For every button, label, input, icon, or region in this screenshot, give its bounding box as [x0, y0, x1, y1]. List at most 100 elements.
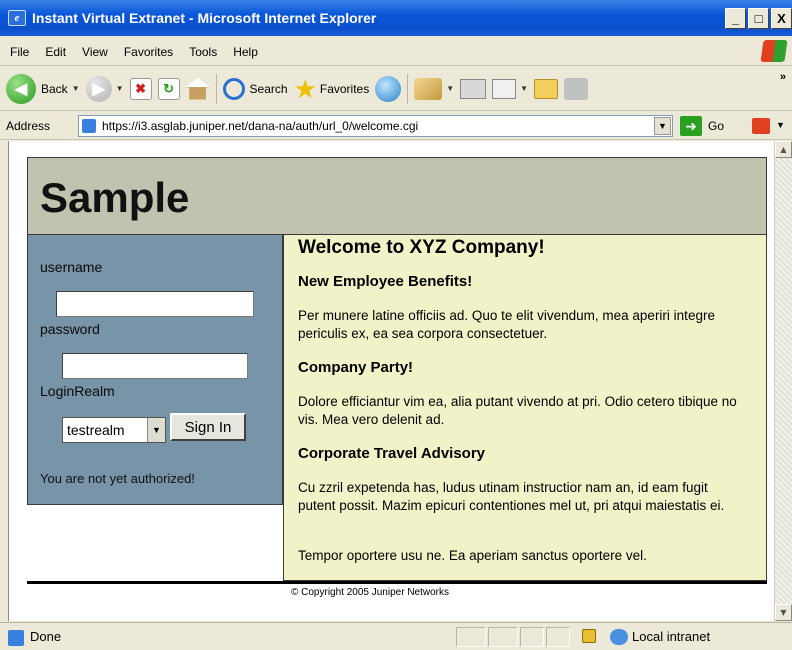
- windows-logo-icon: [760, 40, 788, 62]
- zone-text: Local intranet: [632, 629, 711, 644]
- status-pane: [488, 627, 518, 647]
- address-dropdown-icon[interactable]: ▼: [654, 117, 671, 135]
- back-arrow-icon: ◀: [6, 73, 36, 104]
- media-button[interactable]: [375, 75, 402, 102]
- folder-button[interactable]: [534, 78, 559, 99]
- vertical-scrollbar[interactable]: ▲ ▼: [774, 141, 792, 621]
- go-label: Go: [708, 119, 725, 133]
- back-button[interactable]: ◀ Back ▼: [6, 73, 80, 104]
- printer-icon: [460, 78, 487, 99]
- toolbar-overflow-icon[interactable]: »: [780, 71, 786, 83]
- mail-dropdown-icon[interactable]: ▼: [446, 84, 454, 93]
- standard-toolbar: ◀ Back ▼ ▶ ▼ ✖ ↻ Search ★ Favorites ▼ ▼ …: [0, 67, 792, 111]
- password-label: password: [40, 321, 100, 337]
- menu-favorites[interactable]: Favorites: [124, 45, 173, 59]
- login-panel: username password LoginRealm testrealm ▼…: [27, 235, 283, 505]
- section-heading: New Employee Benefits!: [298, 273, 473, 290]
- toolbar-separator: [407, 73, 409, 104]
- maximize-button[interactable]: □: [748, 8, 769, 29]
- address-input[interactable]: https://i3.asglab.juniper.net/dana-na/au…: [78, 115, 673, 137]
- messenger-icon: [564, 77, 589, 100]
- edit-page-icon: [492, 78, 517, 99]
- search-icon: [222, 77, 245, 100]
- search-button[interactable]: Search: [222, 77, 288, 100]
- scroll-down-icon[interactable]: ▼: [775, 604, 792, 621]
- password-field[interactable]: [62, 353, 248, 379]
- username-label: username: [40, 259, 103, 275]
- auth-status: You are not yet authorized!: [40, 471, 195, 486]
- status-pane: [456, 627, 486, 647]
- menu-edit[interactable]: Edit: [45, 45, 66, 59]
- stop-icon: ✖: [129, 77, 152, 100]
- browser-window: e Instant Virtual Extranet - Microsoft I…: [0, 0, 792, 650]
- menu-view[interactable]: View: [82, 45, 108, 59]
- page-header: Sample: [27, 157, 767, 235]
- status-bar: Done Local intranet: [0, 622, 792, 650]
- page-done-icon: [8, 630, 24, 646]
- section-text: Dolore efficiantur vim ea, alia putant v…: [298, 394, 737, 427]
- menu-tools[interactable]: Tools: [189, 45, 217, 59]
- page-viewport: Sample username password LoginRealm test…: [8, 141, 774, 621]
- address-url[interactable]: https://i3.asglab.juniper.net/dana-na/au…: [102, 119, 418, 133]
- username-field[interactable]: [56, 291, 254, 317]
- close-button[interactable]: X: [771, 8, 792, 29]
- star-icon: ★: [293, 73, 317, 104]
- sign-in-button[interactable]: Sign In: [170, 413, 246, 441]
- section-text: Per munere latine officiis ad. Quo te el…: [298, 308, 715, 341]
- address-bar: Address https://i3.asglab.juniper.net/da…: [0, 112, 792, 140]
- go-arrow-icon: ➜: [680, 116, 702, 136]
- edit-dropdown-icon[interactable]: ▼: [520, 84, 528, 93]
- menu-file[interactable]: File: [10, 45, 29, 59]
- realm-label: LoginRealm: [40, 383, 115, 399]
- address-label: Address: [6, 118, 51, 133]
- mail-icon: [414, 77, 443, 100]
- toolbar-separator: [215, 73, 217, 104]
- content-panel: Welcome to XYZ Company! New Employee Ben…: [283, 235, 767, 581]
- back-dropdown-icon[interactable]: ▼: [72, 84, 80, 93]
- forward-dropdown-icon[interactable]: ▼: [116, 84, 124, 93]
- title-bar: e Instant Virtual Extranet - Microsoft I…: [0, 0, 792, 36]
- back-label: Back: [41, 81, 68, 96]
- forward-arrow-icon: ▶: [85, 75, 112, 102]
- section-heading: Company Party!: [298, 359, 414, 376]
- status-text: Done: [30, 629, 62, 644]
- copyright: © Copyright 2005 Juniper Networks: [291, 587, 449, 598]
- home-icon: [185, 77, 210, 100]
- print-button[interactable]: [460, 78, 487, 99]
- zone-icon: [610, 629, 628, 645]
- footer-rule: [27, 581, 767, 584]
- section-heading: Corporate Travel Advisory: [298, 445, 486, 462]
- minimize-button[interactable]: _: [725, 8, 746, 29]
- edit-button[interactable]: ▼: [492, 78, 528, 99]
- mail-button[interactable]: ▼: [414, 77, 454, 100]
- refresh-icon: ↻: [157, 77, 180, 100]
- window-controls: _ □ X: [725, 8, 792, 29]
- messenger-button[interactable]: [564, 77, 589, 100]
- menu-help[interactable]: Help: [233, 45, 258, 59]
- media-icon: [375, 75, 402, 102]
- status-pane: [520, 627, 544, 647]
- links-dropdown-icon[interactable]: ▼: [776, 120, 785, 130]
- favorites-button[interactable]: ★ Favorites: [294, 76, 370, 102]
- folder-icon: [534, 78, 559, 99]
- realm-select[interactable]: testrealm ▼: [62, 417, 166, 443]
- forward-button[interactable]: ▶ ▼: [85, 75, 124, 102]
- chevron-down-icon[interactable]: ▼: [147, 418, 165, 442]
- favorites-label: Favorites: [319, 81, 370, 96]
- header-title: Sample: [40, 174, 190, 221]
- ie-icon: e: [8, 10, 26, 26]
- page-icon: [82, 119, 96, 133]
- window-title: Instant Virtual Extranet - Microsoft Int…: [32, 10, 377, 26]
- menu-bar: File Edit View Favorites Tools Help: [0, 38, 792, 66]
- links-icon[interactable]: [752, 118, 770, 134]
- refresh-button[interactable]: ↻: [157, 77, 180, 100]
- realm-value: testrealm: [67, 422, 125, 438]
- closing-text: Tempor oportere usu ne. Ea aperiam sanct…: [298, 548, 647, 563]
- go-button[interactable]: ➜ Go: [680, 116, 724, 136]
- status-pane: [546, 627, 570, 647]
- lock-icon: [582, 629, 596, 643]
- stop-button[interactable]: ✖: [129, 77, 152, 100]
- home-button[interactable]: [185, 77, 210, 100]
- page-title: Welcome to XYZ Company!: [298, 237, 545, 258]
- scroll-up-icon[interactable]: ▲: [775, 141, 792, 158]
